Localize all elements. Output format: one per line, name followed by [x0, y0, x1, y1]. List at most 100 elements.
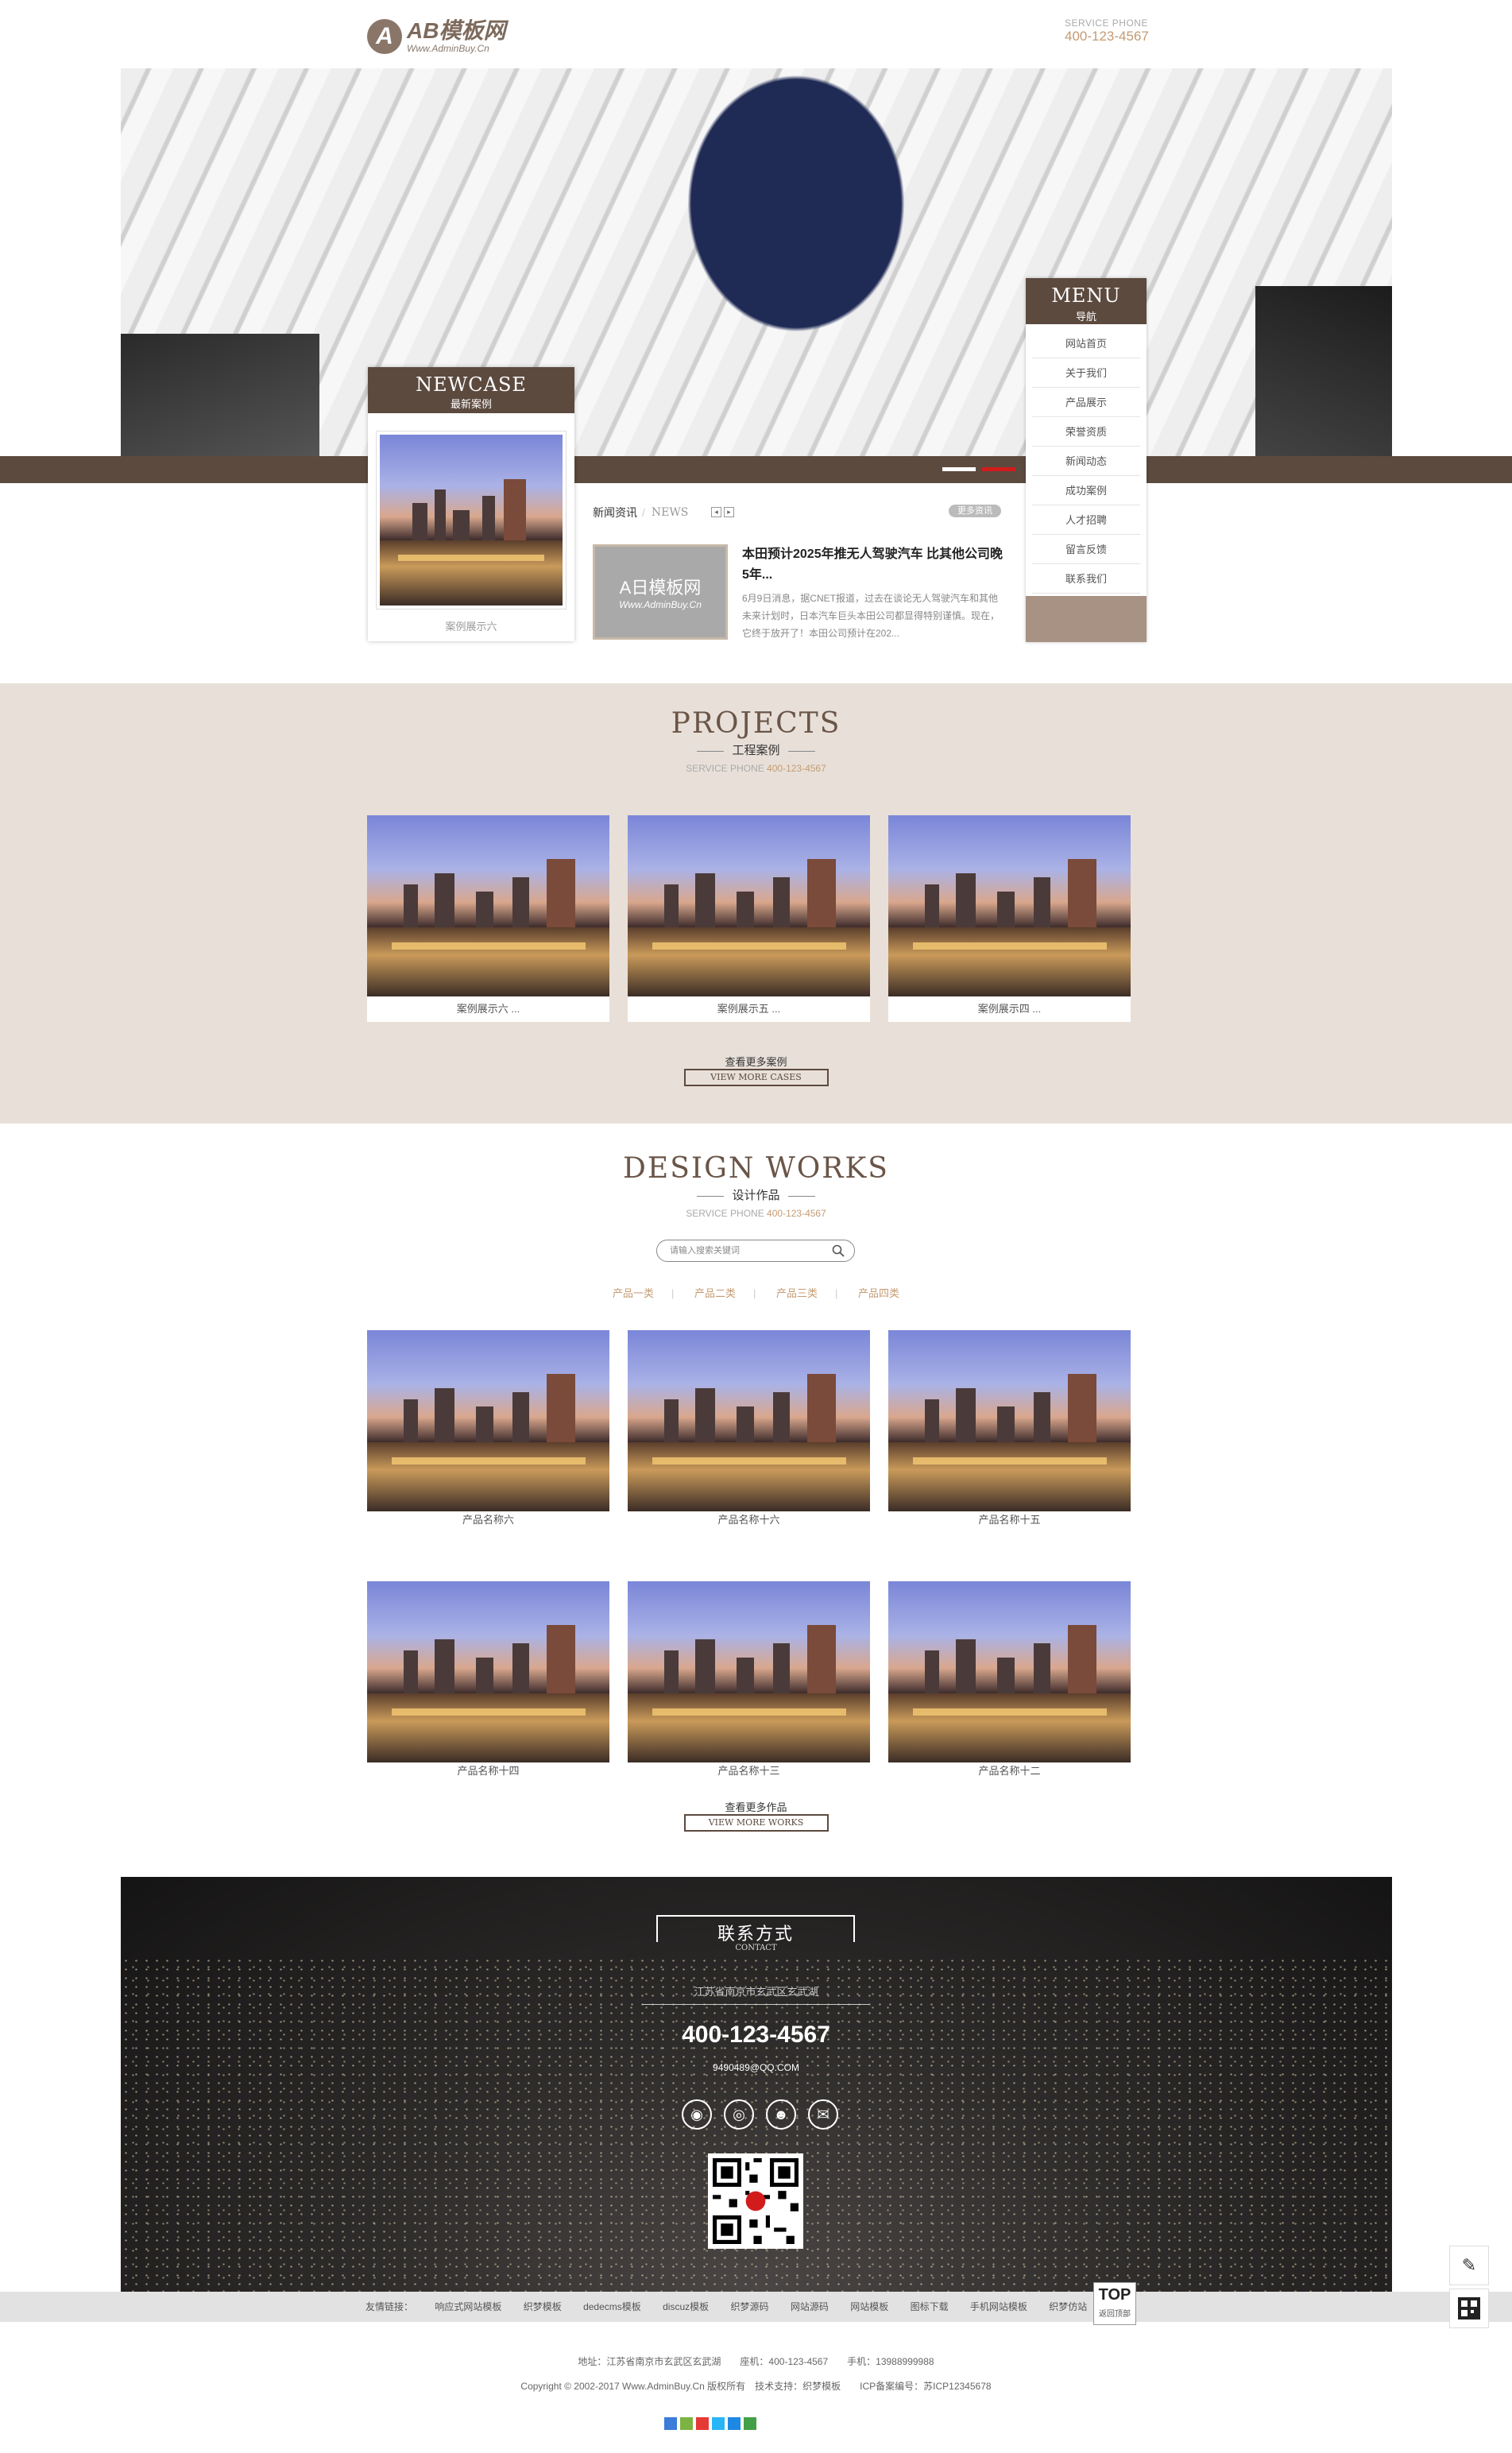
social-links: ◉ ◎ ☻ ✉ [682, 2099, 838, 2130]
menu-footer-block [1026, 596, 1147, 642]
projects-heading: PROJECTS 工程案例 SERVICE PHONE 400-123-4567 [0, 707, 1512, 774]
city-photo [888, 1330, 1131, 1511]
nav-menu: MENU 导航 网站首页 关于我们 产品展示 荣誉资质 新闻动态 成功案例 人才… [1026, 278, 1147, 642]
share-qzone-icon[interactable] [680, 2417, 693, 2430]
design-title-cn: 设计作品 [0, 1186, 1512, 1203]
menu-item-news[interactable]: 新闻动态 [1032, 447, 1140, 476]
design-work-caption: 产品名称六 [462, 1514, 514, 1526]
project-card[interactable]: 案例展示四 ... [888, 815, 1131, 1022]
friend-link[interactable]: 响应式网站模板 [435, 2301, 501, 2312]
friend-link[interactable]: 手机网站模板 [970, 2301, 1027, 2312]
design-work-caption: 产品名称十四 [457, 1765, 520, 1777]
contact-email[interactable]: 9490489@QQ.COM [0, 2062, 1512, 2073]
design-work-caption: 产品名称十五 [978, 1514, 1041, 1526]
news-thumb-url: Www.AdminBuy.Cn [619, 599, 702, 610]
friend-link[interactable]: 图标下载 [911, 2301, 949, 2312]
menu-item-about[interactable]: 关于我们 [1032, 358, 1140, 388]
menu-item-honors[interactable]: 荣誉资质 [1032, 417, 1140, 447]
design-title-en: DESIGN WORKS [623, 1152, 889, 1185]
friend-link[interactable]: dedecms模板 [583, 2301, 641, 2312]
share-plus-icon[interactable] [664, 2417, 677, 2430]
share-wechat-icon[interactable] [744, 2417, 756, 2430]
wechat-icon[interactable]: ✉ [808, 2099, 838, 2130]
next-arrow-icon[interactable]: ▸ [724, 507, 734, 517]
city-photo [628, 815, 870, 996]
friend-link[interactable]: 织梦仿站 [1049, 2301, 1087, 2312]
friend-link[interactable]: discuz模板 [663, 2301, 709, 2312]
category-link[interactable]: 产品四类 [858, 1287, 899, 1299]
category-link[interactable]: 产品二类 [694, 1287, 736, 1299]
design-work-item[interactable]: 产品名称十六 [628, 1330, 870, 1529]
design-work-item[interactable]: 产品名称十四 [367, 1581, 609, 1780]
side-qr-icon[interactable] [1449, 2289, 1489, 2328]
search-icon[interactable] [832, 1244, 845, 1257]
search-input[interactable]: 请输入搜索关键词 [656, 1240, 855, 1262]
weibo-icon[interactable]: ◉ [682, 2099, 712, 2130]
menu-item-products[interactable]: 产品展示 [1032, 388, 1140, 417]
share-tencent-icon[interactable] [712, 2417, 725, 2430]
share-renren-icon[interactable] [728, 2417, 741, 2430]
qr-code-icon [713, 2158, 799, 2244]
design-work-caption: 产品名称十六 [717, 1514, 780, 1526]
friend-link[interactable]: 网站模板 [850, 2301, 888, 2312]
news-thumbnail[interactable]: A日模板网 Www.AdminBuy.Cn [593, 544, 728, 640]
design-work-item[interactable]: 产品名称十二 [888, 1581, 1131, 1780]
project-caption: 案例展示六 ... [456, 1003, 520, 1015]
menu-item-jobs[interactable]: 人才招聘 [1032, 505, 1140, 535]
contact-address: 江苏省南京市玄武区玄武湖 [694, 1986, 818, 1998]
footer-copyright: Copyright © 2002-2017 Www.AdminBuy.Cn 版权… [520, 2381, 992, 2392]
menu-item-contact[interactable]: 联系我们 [1032, 564, 1140, 594]
friend-link[interactable]: 网站源码 [791, 2301, 829, 2312]
friend-link[interactable]: 织梦源码 [730, 2301, 768, 2312]
design-work-item[interactable]: 产品名称十三 [628, 1581, 870, 1780]
projects-title-en: PROJECTS [671, 707, 841, 740]
slider-dot-2[interactable] [982, 467, 1015, 471]
logo-mark: A [367, 19, 402, 54]
hero-bottom-bar [0, 456, 1512, 483]
qr-code [708, 2153, 803, 2249]
project-caption: 案例展示四 ... [977, 1003, 1042, 1015]
project-card[interactable]: 案例展示五 ... [628, 815, 870, 1022]
category-link[interactable]: 产品一类 [613, 1287, 654, 1299]
design-service-phone: 400-123-4567 [767, 1208, 826, 1219]
news-tab[interactable]: 新闻资讯 / NEWS [593, 505, 688, 520]
design-work-item[interactable]: 产品名称六 [367, 1330, 609, 1529]
news-title[interactable]: 本田预计2025年推无人驾驶汽车 比其他公司晚5年... [742, 544, 1004, 586]
contact-title: 联系方式 [656, 1915, 855, 1944]
footer-address: 地址：江苏省南京市玄武区玄武湖 座机：400-123-4567 手机：13988… [578, 2356, 934, 2367]
newcase-image[interactable] [376, 431, 567, 609]
friend-links-label: 友情链接： [365, 2301, 414, 2312]
share-weibo-icon[interactable] [696, 2417, 709, 2430]
project-card[interactable]: 案例展示六 ... [367, 815, 609, 1022]
hero-shadow-right [1255, 286, 1392, 461]
logo-name: AB模板网 [407, 18, 506, 43]
share-bar [664, 2417, 756, 2430]
newcase-header: NEWCASE 最新案例 [368, 367, 574, 413]
newcase-caption[interactable]: 案例展示六 [368, 618, 574, 633]
newcase-panel: NEWCASE 最新案例 案例展示六 [368, 367, 574, 641]
design-heading: DESIGN WORKS 设计作品 SERVICE PHONE 400-123-… [0, 1152, 1512, 1219]
slider-dot-1[interactable] [942, 467, 976, 471]
more-cases-button[interactable]: VIEW MORE CASES [683, 1069, 829, 1086]
menu-header: MENU 导航 [1026, 278, 1147, 324]
site-logo[interactable]: A AB模板网 Www.AdminBuy.Cn [367, 14, 526, 59]
menu-item-home[interactable]: 网站首页 [1032, 329, 1140, 358]
qq-icon[interactable]: ☻ [766, 2099, 796, 2130]
edit-icon[interactable]: ✎ [1449, 2246, 1489, 2285]
more-news-button[interactable]: 更多资讯 [949, 505, 1001, 517]
top-label: TOP [1098, 2286, 1131, 2304]
design-work-item[interactable]: 产品名称十五 [888, 1330, 1131, 1529]
design-service-label: SERVICE PHONE [686, 1208, 764, 1219]
menu-item-cases[interactable]: 成功案例 [1032, 476, 1140, 505]
friend-link[interactable]: 织梦模板 [524, 2301, 562, 2312]
menu-item-feedback[interactable]: 留言反馈 [1032, 535, 1140, 564]
more-works-button[interactable]: VIEW MORE WORKS [683, 1814, 829, 1832]
category-link[interactable]: 产品三类 [776, 1287, 818, 1299]
back-to-top-button[interactable]: TOP 返回顶部 [1093, 2282, 1136, 2325]
tencent-weibo-icon[interactable]: ◎ [724, 2099, 754, 2130]
city-photo [367, 1581, 609, 1762]
city-photo [628, 1581, 870, 1762]
menu-title-cn: 导航 [1075, 311, 1096, 323]
prev-arrow-icon[interactable]: ◂ [711, 507, 721, 517]
search-placeholder: 请输入搜索关键词 [670, 1246, 740, 1256]
